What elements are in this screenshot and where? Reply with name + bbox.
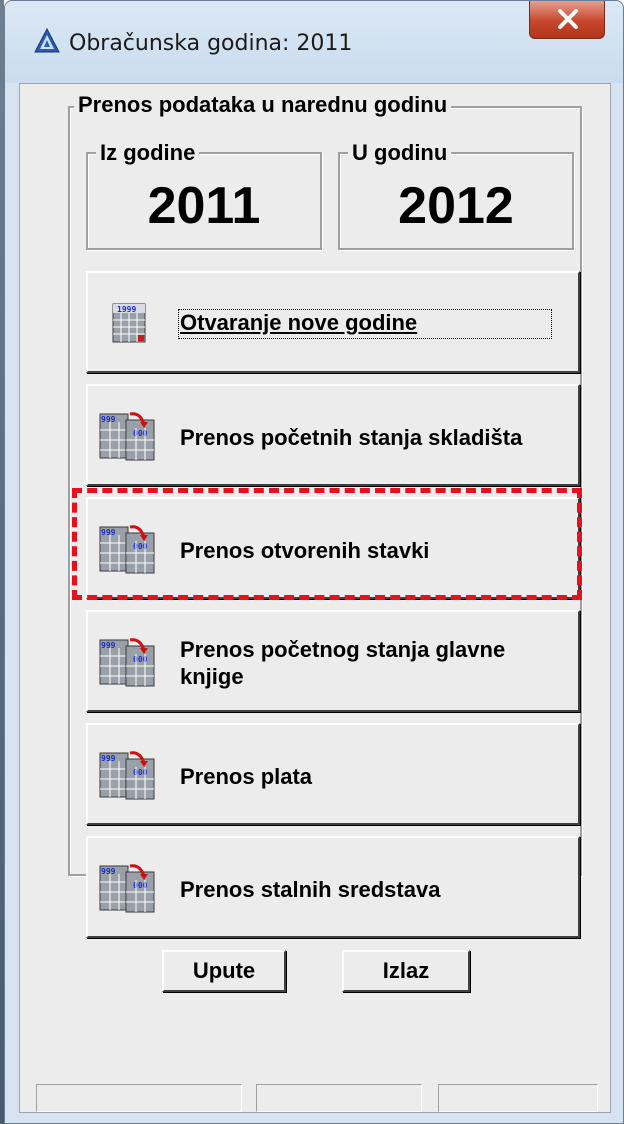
transfer-open-items-label: Prenos otvorenih stavki: [180, 538, 430, 563]
transfer-warehouse-button[interactable]: 999 000 Prenos početnih stanja skladišta: [86, 384, 580, 486]
exit-button-label: Izlaz: [382, 958, 430, 983]
status-panel-2: [256, 1084, 422, 1112]
app-triangle-icon: [34, 27, 60, 53]
close-button[interactable]: [529, 1, 605, 39]
to-year-label: U godinu: [348, 140, 452, 166]
from-year-label: Iz godine: [96, 140, 200, 166]
to-year-value: 2012: [398, 177, 514, 235]
transfer-calendar-icon: 999 000: [99, 412, 155, 461]
focus-indicator: [178, 309, 552, 339]
transfer-open-items-button[interactable]: 999 000 Prenos otvorenih stavki: [86, 497, 580, 599]
svg-text:999: 999: [101, 754, 116, 763]
transfer-group-label: Prenos podataka u narednu godinu: [74, 92, 452, 118]
calendar-icon: 1999: [112, 303, 146, 343]
exit-button[interactable]: Izlaz: [342, 950, 470, 992]
status-panel-1: [36, 1084, 242, 1112]
transfer-calendar-icon: 999 000: [99, 638, 155, 687]
svg-text:1999: 1999: [117, 305, 136, 314]
window-title: Obračunska godina: 2011: [69, 31, 353, 56]
transfer-calendar-icon: 999 000: [99, 751, 155, 800]
transfer-salaries-button[interactable]: 999 000 Prenos plata: [86, 723, 580, 825]
close-icon: [558, 9, 578, 29]
transfer-salaries-label: Prenos plata: [180, 764, 313, 789]
to-year-box: 2012: [338, 152, 574, 250]
transfer-fixed-assets-label: Prenos stalnih sredstava: [180, 877, 441, 902]
dialog-client-area: Prenos podataka u narednu godinu 2011 Iz…: [19, 83, 611, 1113]
from-year-box: 2011: [86, 152, 322, 250]
help-button[interactable]: Upute: [162, 950, 286, 992]
transfer-general-ledger-button[interactable]: 999 000 Prenos početnog stanja glavne kn…: [86, 610, 580, 712]
title-bar[interactable]: Obračunska godina: 2011: [5, 1, 623, 83]
from-year-value: 2011: [147, 177, 261, 235]
svg-text:999: 999: [101, 867, 116, 876]
transfer-general-ledger-label: Prenos početnog stanja glavne knjige: [180, 637, 506, 689]
svg-text:999: 999: [101, 528, 116, 537]
dialog-window: Obračunska godina: 2011 Prenos podataka …: [4, 0, 624, 1124]
transfer-warehouse-label: Prenos početnih stanja skladišta: [180, 425, 523, 450]
svg-text:999: 999: [101, 641, 116, 650]
open-new-year-button[interactable]: 1999 Otvaranje nove godine: [86, 271, 580, 373]
transfer-calendar-icon: 999 000: [99, 525, 155, 574]
transfer-calendar-icon: 999 000: [99, 864, 155, 913]
help-button-label: Upute: [192, 958, 256, 983]
status-panel-3: [438, 1084, 598, 1112]
transfer-fixed-assets-button[interactable]: 999 000 Prenos stalnih sredstava: [86, 836, 580, 938]
svg-text:999: 999: [101, 415, 116, 424]
